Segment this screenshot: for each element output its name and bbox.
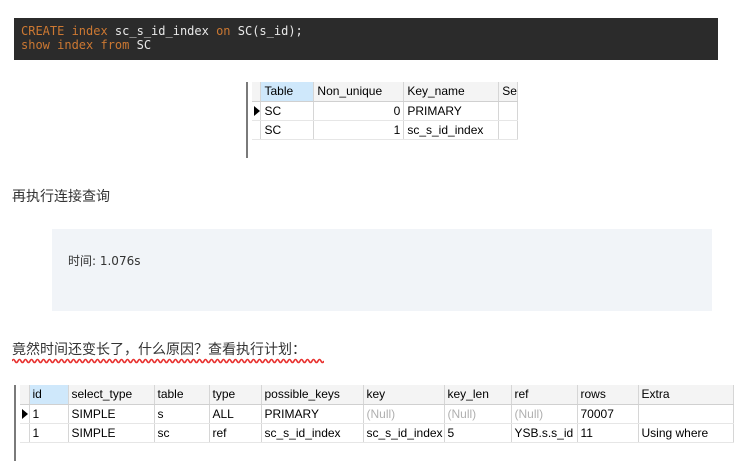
table-row[interactable]: 1 SIMPLE sc ref sc_s_id_index sc_s_id_in…	[20, 423, 734, 443]
grid-cell[interactable]: (Null)	[511, 404, 578, 424]
code-text: SC	[129, 38, 152, 52]
table-row[interactable]: SC 0 PRIMARY	[252, 101, 518, 121]
column-header[interactable]: key	[363, 385, 445, 405]
grid-cell[interactable]: PRIMARY	[261, 404, 364, 424]
grid-cell[interactable]: sc_s_id_index	[363, 423, 445, 443]
row-indicator-header	[20, 385, 30, 405]
column-header[interactable]: rows	[577, 385, 639, 405]
grid-cell[interactable]: YSB.s.s_id	[511, 423, 578, 443]
paragraph-join-query: 再执行连接查询	[12, 189, 110, 205]
grid-cell[interactable]	[498, 120, 518, 140]
grid-cell[interactable]: 0	[313, 101, 405, 121]
grid-left-border	[246, 82, 248, 158]
current-row-arrow-icon	[20, 404, 30, 424]
index-result-grid: Table Non_unique Key_name Se SC 0 PRIMAR…	[246, 82, 518, 158]
timing-note-box: 时间: 1.076s	[52, 229, 712, 311]
table-row[interactable]: SC 1 sc_s_id_index	[252, 120, 518, 140]
paragraph-question: 竟然时间还变长了，什么原因？查看执行计划：	[12, 342, 306, 358]
grid-cell[interactable]: ALL	[209, 404, 262, 424]
grid-cell[interactable]: SIMPLE	[68, 404, 155, 424]
column-header[interactable]: Non_unique	[313, 82, 405, 102]
column-header[interactable]: id	[29, 385, 69, 405]
grid-cell[interactable]	[498, 101, 518, 121]
column-header[interactable]: Extra	[638, 385, 734, 405]
row-indicator	[252, 120, 262, 140]
grid-cell[interactable]: s	[154, 404, 210, 424]
grid-cell[interactable]: PRIMARY	[403, 101, 500, 121]
grid-cell[interactable]: sc	[154, 423, 210, 443]
grid-cell[interactable]: 1	[29, 423, 69, 443]
row-indicator-header	[252, 82, 262, 102]
grid-cell[interactable]: 5	[444, 423, 512, 443]
grid-left-border	[14, 385, 16, 461]
code-keyword: on	[216, 24, 231, 38]
code-text: SC(s_id);	[230, 24, 303, 38]
sql-code-block: CREATE index sc_s_id_index on SC(s_id); …	[14, 18, 718, 60]
grid-cell[interactable]: 70007	[577, 404, 639, 424]
timing-text: 时间: 1.076s	[68, 254, 141, 268]
column-header[interactable]: Se	[498, 82, 518, 102]
grid-cell[interactable]: 11	[577, 423, 639, 443]
code-keyword: show index from	[21, 38, 130, 52]
grid-cell[interactable]: sc_s_id_index	[261, 423, 364, 443]
explain-result-grid: id select_type table type possible_keys …	[14, 385, 735, 461]
grid-cell[interactable]: (Null)	[444, 404, 512, 424]
grid-cell[interactable]	[638, 404, 734, 424]
code-keyword: CREATE index	[21, 24, 108, 38]
column-header[interactable]: Key_name	[403, 82, 500, 102]
grid-cell[interactable]: SC	[260, 101, 315, 121]
column-header[interactable]: key_len	[444, 385, 512, 405]
column-header[interactable]: Table	[260, 82, 315, 102]
grid-cell[interactable]: SIMPLE	[68, 423, 155, 443]
grid-cell[interactable]: 1	[313, 120, 405, 140]
column-header[interactable]: ref	[511, 385, 578, 405]
grid-cell[interactable]: ref	[209, 423, 262, 443]
grid-header-row: id select_type table type possible_keys …	[20, 385, 734, 405]
column-header[interactable]: table	[154, 385, 210, 405]
current-row-arrow-icon	[252, 101, 262, 121]
grid-cell[interactable]: Using where	[638, 423, 734, 443]
grid-cell[interactable]: SC	[260, 120, 315, 140]
code-text: sc_s_id_index	[107, 24, 217, 38]
column-header[interactable]: type	[209, 385, 262, 405]
grid-cell[interactable]: 1	[29, 404, 69, 424]
grid-cell[interactable]: (Null)	[363, 404, 445, 424]
grid-header-row: Table Non_unique Key_name Se	[252, 82, 518, 102]
row-indicator	[20, 423, 30, 443]
grid-cell[interactable]: sc_s_id_index	[403, 120, 500, 140]
wavy-underline	[12, 358, 324, 364]
column-header[interactable]: possible_keys	[261, 385, 364, 405]
table-row[interactable]: 1 SIMPLE s ALL PRIMARY (Null) (Null) (Nu…	[20, 404, 734, 424]
column-header[interactable]: select_type	[68, 385, 155, 405]
